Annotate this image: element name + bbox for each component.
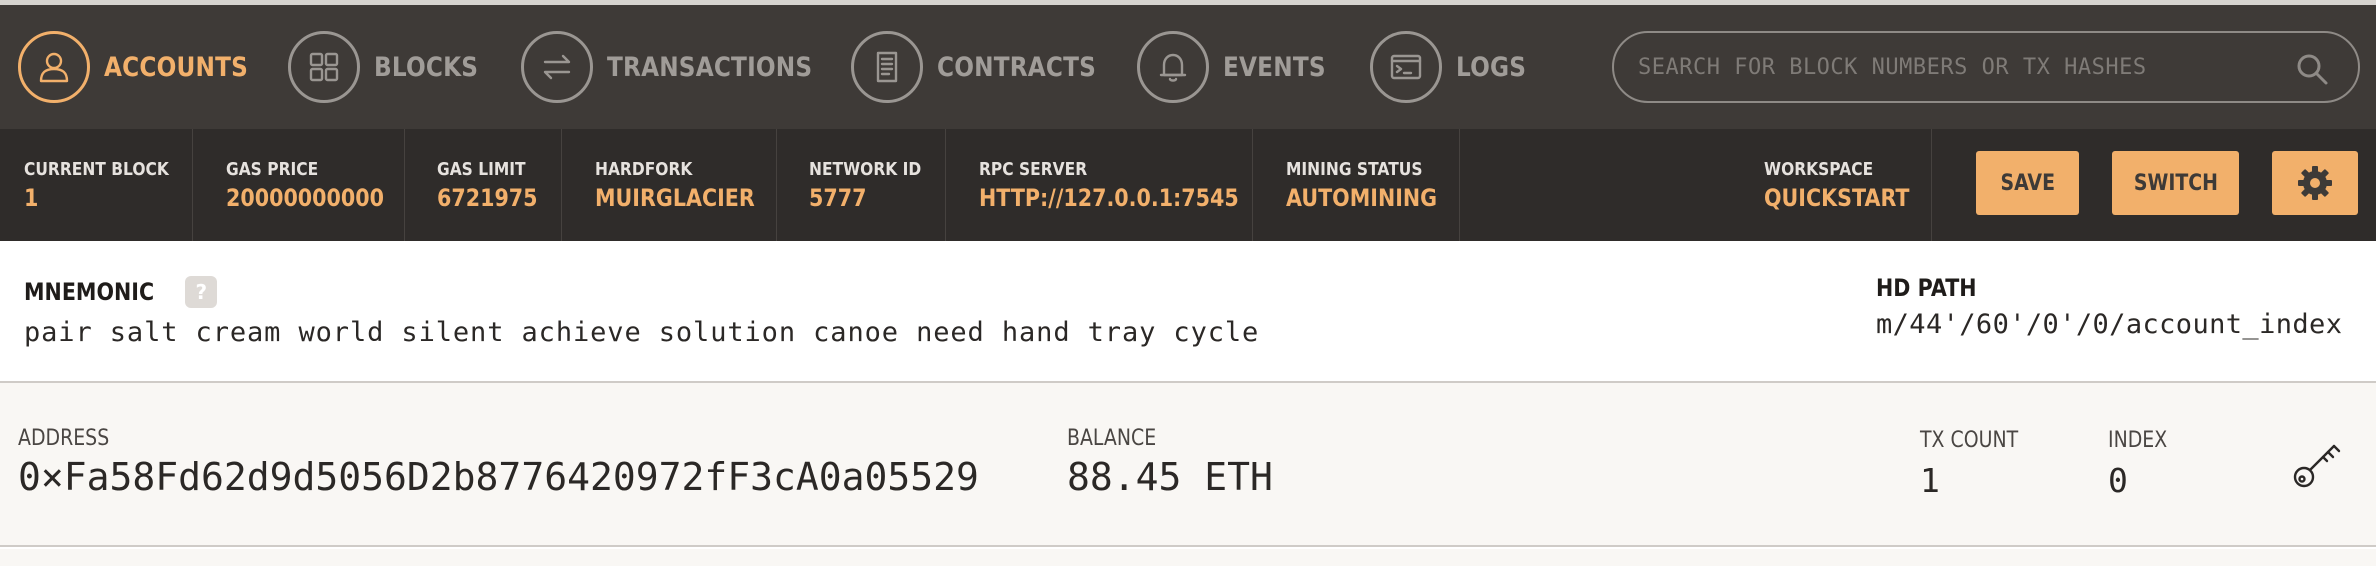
hd-path-value: m/44'/60'/0'/0/account_index [1876,309,2343,340]
stat-network-id-label: NETWORK ID [809,159,922,180]
index-label: INDEX [2108,428,2168,453]
stat-hardfork-value: MUIRGLACIER [595,184,755,212]
nav-logs-label: LOGS [1456,51,1527,83]
mnemonic-words: pair salt cream world silent achieve sol… [24,317,1260,348]
tx-count-label: TX COUNT [1920,428,2019,453]
tx-count-value: 1 [1920,461,1940,500]
settings-button[interactable] [2272,151,2358,215]
nav-contracts-label: CONTRACTS [937,51,1097,83]
hd-path-title: HD PATH [1876,274,1977,302]
top-nav: ACCOUNTS BLOCKS TRANSACTIONS CONTRACTS E… [0,5,2376,129]
grid-icon [288,31,360,103]
address-label: ADDRESS [18,426,110,451]
gear-icon [2298,166,2332,200]
mnemonic-title: MNEMONIC [24,278,155,306]
nav-accounts-label: ACCOUNTS [104,51,249,83]
workspace-divider [1931,129,1932,241]
nav-events[interactable]: EVENTS [1137,5,1342,129]
stat-gas-price-label: GAS PRICE [226,159,319,180]
nav-transactions-label: TRANSACTIONS [607,51,813,83]
arrows-swap-icon [521,31,593,103]
stat-network-id-value: 5777 [809,184,867,212]
nav-blocks-label: BLOCKS [374,51,479,83]
save-button-label: SAVE [2000,170,2055,196]
terminal-icon [1370,31,1442,103]
document-icon [851,31,923,103]
nav-contracts[interactable]: CONTRACTS [851,5,1122,129]
person-icon [18,31,90,103]
switch-button-label: SWITCH [2133,170,2218,196]
stat-current-block: CURRENT BLOCK 1 [0,129,193,241]
stat-mining-status-value: AUTOMINING [1286,184,1438,212]
index-value: 0 [2108,461,2128,500]
nav-events-label: EVENTS [1223,51,1326,83]
search-input[interactable] [1638,54,2278,80]
stat-gas-limit-value: 6721975 [437,184,538,212]
status-bar: CURRENT BLOCK 1 GAS PRICE 20000000000 GA… [0,129,2376,241]
stat-rpc-server: RPC SERVER HTTP://127.0.0.1:7545 [946,129,1253,241]
stat-mining-status: MINING STATUS AUTOMINING [1253,129,1460,241]
stat-network-id: NETWORK ID 5777 [777,129,946,241]
workspace-info: WORKSPACE QUICKSTART [1764,159,1933,212]
nav-transactions[interactable]: TRANSACTIONS [521,5,846,129]
search-box [1612,31,2360,103]
stat-rpc-server-label: RPC SERVER [979,159,1088,180]
nav-logs[interactable]: LOGS [1370,5,1538,129]
list-continuation [0,549,2376,566]
save-button[interactable]: SAVE [1976,151,2079,215]
bell-icon [1137,31,1209,103]
nav-accounts[interactable]: ACCOUNTS [18,5,271,129]
mnemonic-panel: MNEMONIC ? pair salt cream world silent … [0,241,2376,383]
key-icon[interactable] [2290,435,2346,491]
address-value: 0×Fa58Fd62d9d5056D2b8776420972fF3cA0a055… [18,455,979,499]
nav-blocks[interactable]: BLOCKS [288,5,495,129]
stat-gas-price-value: 20000000000 [226,184,384,212]
stat-mining-status-label: MINING STATUS [1286,159,1423,180]
balance-label: BALANCE [1067,426,1157,451]
stat-current-block-label: CURRENT BLOCK [24,159,169,180]
help-icon[interactable]: ? [185,276,218,308]
search-icon[interactable] [2294,51,2330,87]
stat-gas-limit-label: GAS LIMIT [437,159,526,180]
account-row[interactable]: ADDRESS 0×Fa58Fd62d9d5056D2b8776420972fF… [0,383,2376,547]
workspace-name: QUICKSTART [1764,184,1910,212]
stat-gas-price: GAS PRICE 20000000000 [193,129,405,241]
stat-current-block-value: 1 [24,184,39,212]
stat-gas-limit: GAS LIMIT 6721975 [405,129,562,241]
mnemonic-heading: MNEMONIC ? [24,276,218,308]
stat-hardfork: HARDFORK MUIRGLACIER [562,129,777,241]
stat-rpc-server-value: HTTP://127.0.0.1:7545 [979,184,1239,212]
switch-button[interactable]: SWITCH [2112,151,2239,215]
balance-value: 88.45 ETH [1067,455,1273,499]
workspace-label: WORKSPACE [1764,159,1874,180]
stat-hardfork-label: HARDFORK [595,159,693,180]
